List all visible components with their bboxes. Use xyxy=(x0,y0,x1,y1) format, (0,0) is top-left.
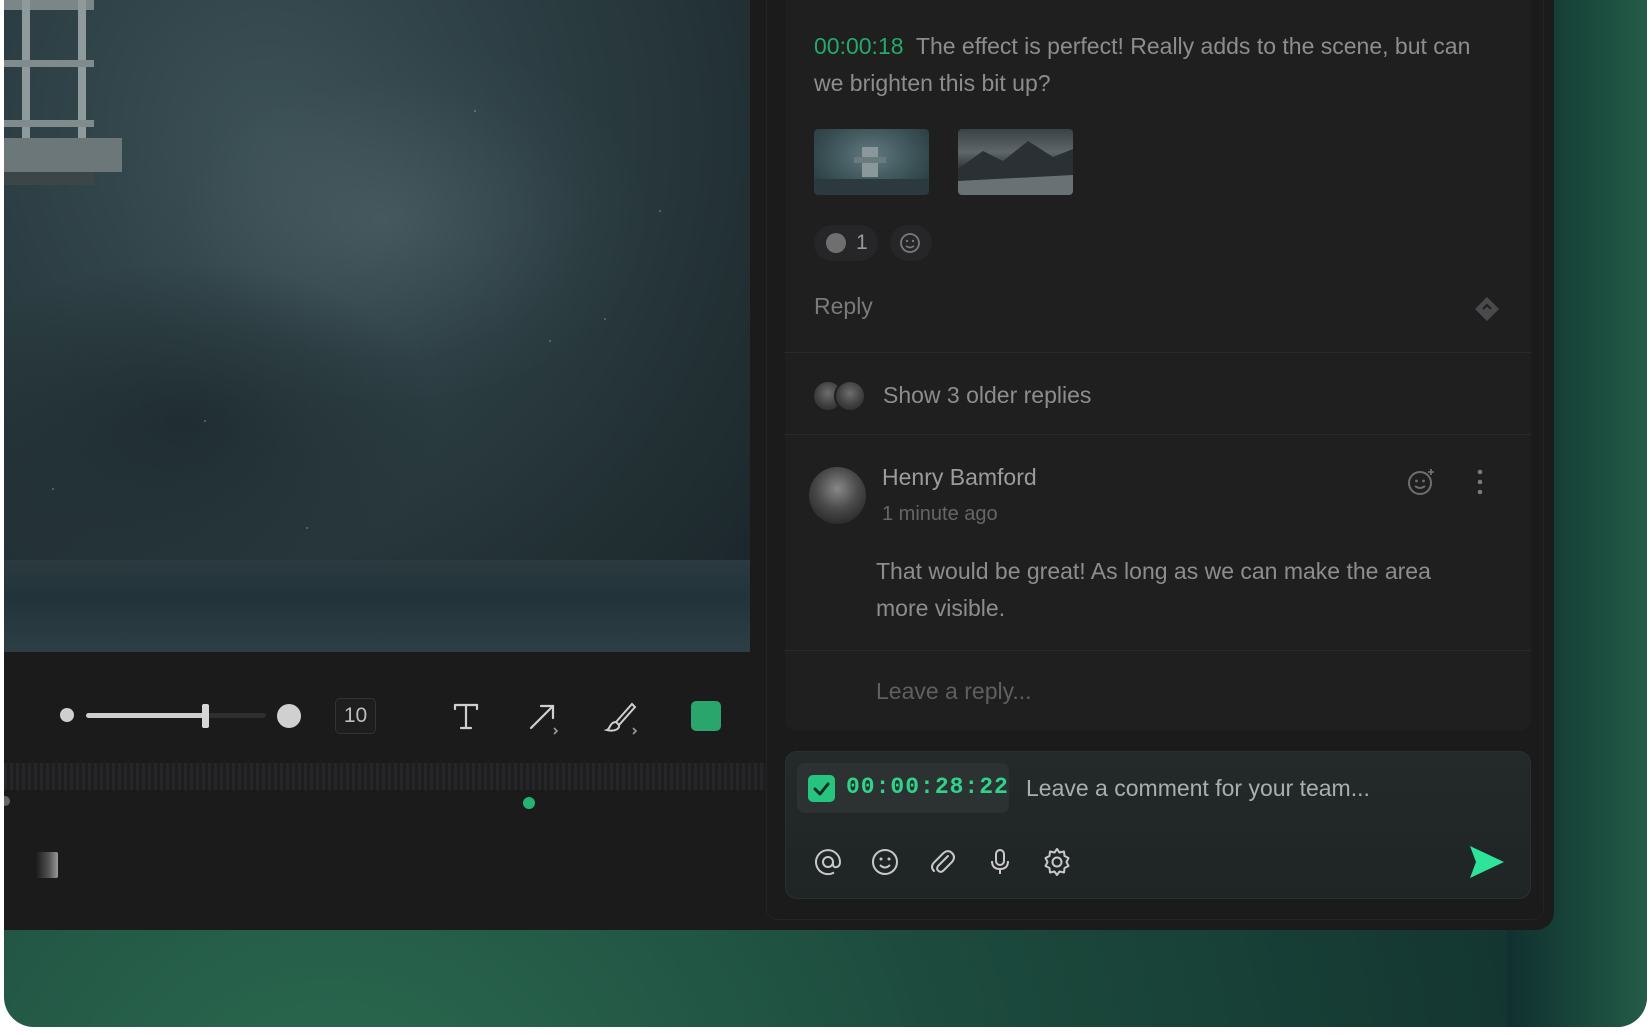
show-older-replies-button[interactable]: Show 3 older replies xyxy=(883,382,1091,409)
star xyxy=(204,420,206,422)
reply-input[interactable]: Leave a reply... xyxy=(876,678,1032,705)
send-icon[interactable] xyxy=(1468,844,1506,880)
app-frame: 10 00:00:18 The effect is perfect! Reall… xyxy=(4,0,1647,1027)
text-tool-icon[interactable] xyxy=(446,696,486,736)
brush-tool-icon[interactable] xyxy=(602,696,642,736)
video-preview[interactable] xyxy=(4,0,750,652)
lighthouse-structure xyxy=(4,0,122,185)
arrow-tool-icon[interactable] xyxy=(523,696,563,736)
reply-avatars xyxy=(812,380,868,414)
max-size-icon xyxy=(277,704,301,728)
thumbnail-lighthouse-image xyxy=(814,147,929,195)
brush-size-value[interactable]: 10 xyxy=(335,698,376,734)
attachment-thumbnail[interactable] xyxy=(814,129,929,195)
comment-text: 00:00:18 The effect is perfect! Really a… xyxy=(814,28,1494,102)
comment-timestamp[interactable]: 00:00:18 xyxy=(814,33,904,59)
color-swatch[interactable] xyxy=(691,701,721,731)
reaction-count: 1 xyxy=(856,231,868,254)
reply-author: Henry Bamford xyxy=(882,464,1037,490)
avatar xyxy=(809,467,866,524)
emoji-icon[interactable] xyxy=(869,846,901,878)
mention-icon[interactable] xyxy=(812,846,844,878)
add-reaction-icon[interactable] xyxy=(1405,466,1437,498)
microphone-icon[interactable] xyxy=(984,846,1016,878)
diamond-icon[interactable] xyxy=(1473,295,1501,323)
avatar xyxy=(834,380,866,412)
settings-icon[interactable] xyxy=(1041,846,1073,878)
star xyxy=(52,488,54,490)
smile-emoji-icon xyxy=(826,233,846,253)
add-reaction-button[interactable] xyxy=(890,225,932,261)
reply-time: 1 minute ago xyxy=(882,503,998,525)
add-reaction-icon xyxy=(900,233,920,253)
brush-size-fill xyxy=(86,713,206,718)
reaction-pill[interactable]: 1 xyxy=(814,225,878,261)
brush-size-thumb[interactable] xyxy=(202,704,209,728)
comment-body: The effect is perfect! Really adds to th… xyxy=(814,33,1471,96)
star xyxy=(474,110,476,112)
review-app: 10 00:00:18 The effect is perfect! Reall… xyxy=(4,0,1554,930)
min-size-icon xyxy=(60,708,74,722)
divider xyxy=(785,650,1531,651)
divider xyxy=(785,352,1531,353)
reply-text: That would be great! As long as we can m… xyxy=(876,558,1431,621)
attach-icon[interactable] xyxy=(926,846,958,878)
timestamp-value: 00:00:28:22 xyxy=(846,774,1009,800)
more-options-icon[interactable] xyxy=(1474,468,1486,496)
timeline-waveform[interactable] xyxy=(4,763,770,790)
comment-marker[interactable] xyxy=(523,797,535,809)
divider xyxy=(785,434,1531,435)
star xyxy=(659,210,661,212)
video-sea xyxy=(4,560,750,652)
star xyxy=(549,340,551,342)
star xyxy=(604,318,606,320)
timeline-handle[interactable] xyxy=(36,852,58,878)
comment-input[interactable] xyxy=(1026,770,1476,806)
attachment-thumbnail[interactable] xyxy=(958,129,1073,195)
star xyxy=(306,527,308,529)
timeline-start-marker xyxy=(4,796,10,806)
reply-button[interactable]: Reply xyxy=(814,293,873,320)
thumbnail-mountain-image xyxy=(958,141,1073,195)
checkbox-checked-icon[interactable] xyxy=(808,775,835,802)
